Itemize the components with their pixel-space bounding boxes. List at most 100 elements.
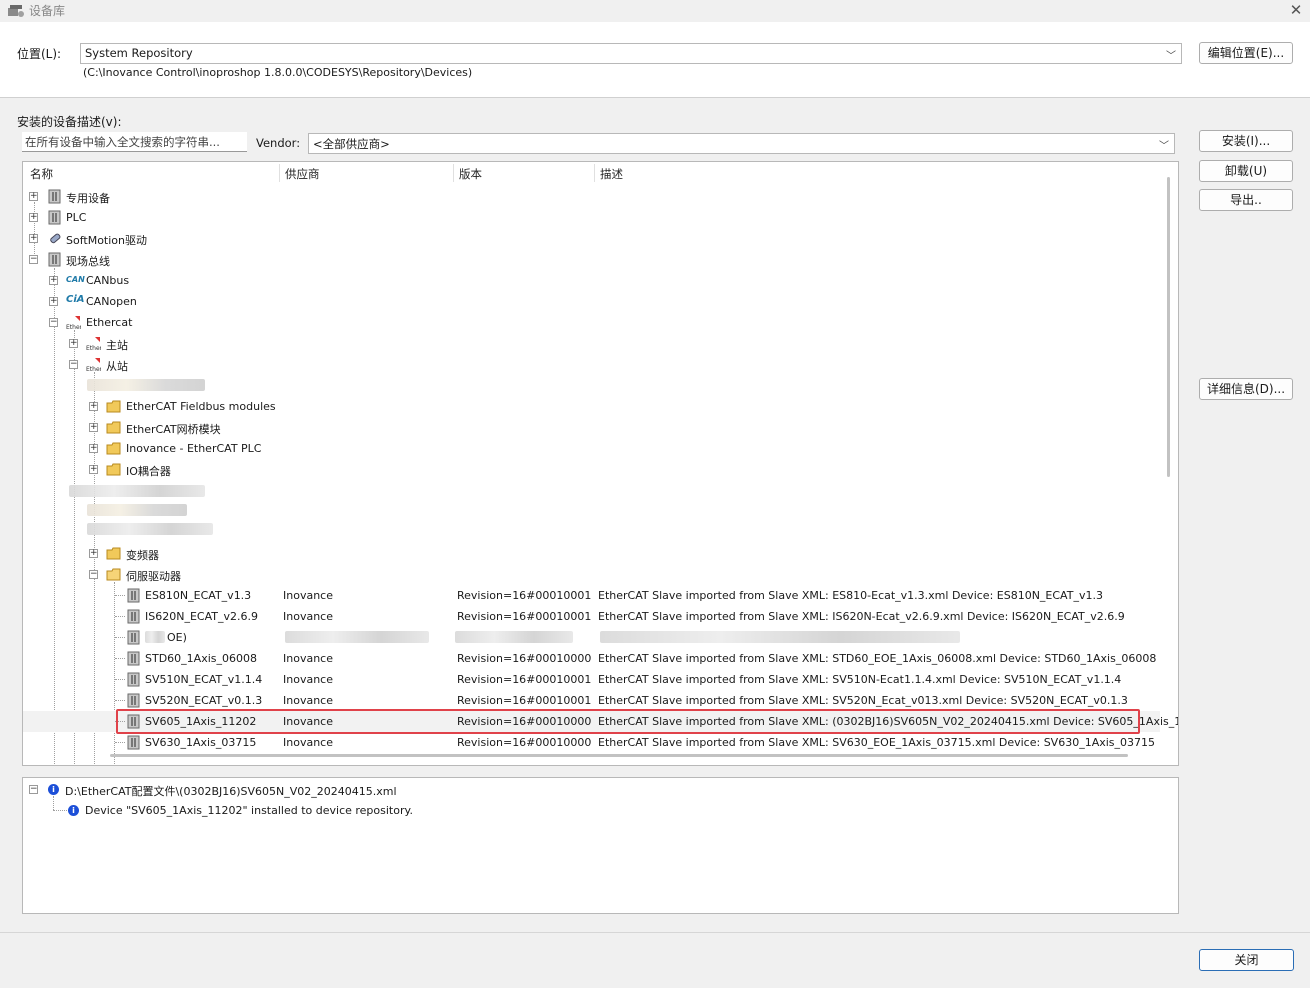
table-row[interactable]: OE) — [23, 627, 1160, 648]
vertical-scrollbar[interactable] — [1167, 177, 1170, 477]
expand-icon[interactable]: + — [89, 444, 98, 453]
tree-item-slave[interactable]: − EtherCAT 从站 — [23, 354, 1160, 375]
expand-icon[interactable]: + — [29, 234, 38, 243]
folder-icon — [106, 442, 121, 455]
edit-location-button[interactable]: 编辑位置(E)... — [1199, 42, 1293, 64]
column-divider[interactable] — [594, 164, 595, 182]
device-version: Revision=16#00010000 — [457, 652, 592, 665]
tree-item-canopen[interactable]: + CiA CANopen — [23, 291, 1160, 312]
search-input[interactable]: 在所有设备中输入全文搜索的字符串... — [22, 132, 247, 152]
export-button[interactable]: 导出.. — [1199, 189, 1293, 211]
tree-item-master[interactable]: + EtherCAT 主站 — [23, 333, 1160, 354]
close-window-icon[interactable]: ✕ — [1284, 0, 1308, 20]
expand-icon[interactable]: + — [89, 402, 98, 411]
title-bar — [0, 0, 1310, 22]
tree-item-label: Inovance - EtherCAT PLC — [126, 442, 262, 455]
expand-icon[interactable]: + — [49, 276, 58, 285]
expand-icon[interactable]: + — [29, 213, 38, 222]
device-version: Revision=16#00010001 — [457, 610, 592, 623]
tree-line — [115, 742, 125, 743]
expand-icon[interactable]: + — [69, 339, 78, 348]
tree-item-canbus[interactable]: + CAN CANbus — [23, 270, 1160, 291]
device-icon — [127, 588, 140, 603]
table-row[interactable]: STD60_1Axis_06008 Inovance Revision=16#0… — [23, 648, 1160, 669]
redacted-item — [87, 379, 205, 391]
device-version: Revision=16#00010001 — [457, 589, 592, 602]
device-icon — [127, 735, 140, 750]
vendor-select[interactable]: <全部供应商> ﹀ — [308, 133, 1175, 154]
can-logo-icon: CAN — [66, 275, 85, 284]
tree-item-softmotion[interactable]: + SoftMotion驱动 — [23, 228, 1160, 249]
svg-text:EtherCAT: EtherCAT — [86, 366, 101, 372]
uninstall-button[interactable]: 卸载(U) — [1199, 160, 1293, 182]
expand-icon[interactable]: + — [29, 192, 38, 201]
table-row[interactable]: SV630_1Axis_03715 Inovance Revision=16#0… — [23, 732, 1160, 753]
svg-text:EtherCAT: EtherCAT — [86, 345, 101, 351]
table-row[interactable]: ES810N_ECAT_v1.3 Inovance Revision=16#00… — [23, 585, 1160, 606]
expand-icon[interactable]: + — [89, 549, 98, 558]
ethercat-logo-icon: EtherCAT — [86, 337, 101, 351]
folder-icon — [106, 421, 121, 434]
tree-item-io-coupler[interactable]: + IO耦合器 — [23, 459, 1160, 480]
chevron-down-icon: ﹀ — [1166, 51, 1176, 62]
table-row[interactable]: IS620N_ECAT_v2.6.9 Inovance Revision=16#… — [23, 606, 1160, 627]
message-file: D:\EtherCAT配置文件\(0302BJ16)SV605N_V02_202… — [65, 785, 397, 798]
tree-item-label: SoftMotion驱动 — [66, 234, 147, 247]
device-version: Revision=16#00010001 — [457, 673, 592, 686]
table-row[interactable]: SV520N_ECAT_v0.1.3 Inovance Revision=16#… — [23, 690, 1160, 711]
folder-icon — [106, 463, 121, 476]
tree-line — [115, 616, 125, 617]
tree-item-servo[interactable]: − 伺服驱动器 — [23, 564, 1160, 585]
device-icon — [48, 189, 61, 204]
device-name: SV630_1Axis_03715 — [145, 736, 257, 749]
device-version: Revision=16#00010001 — [457, 694, 592, 707]
collapse-icon[interactable]: − — [29, 255, 38, 264]
table-row[interactable]: SV510N_ECAT_v1.1.4 Inovance Revision=16#… — [23, 669, 1160, 690]
collapse-icon[interactable]: − — [29, 785, 38, 794]
collapse-icon[interactable]: − — [89, 570, 98, 579]
device-icon — [48, 210, 61, 225]
column-version[interactable]: 版本 — [459, 166, 482, 182]
device-name: ES810N_ECAT_v1.3 — [145, 589, 252, 602]
bottom-bar — [0, 932, 1310, 988]
tree-item-ethercat[interactable]: − EtherCAT Ethercat — [23, 312, 1160, 333]
device-icon — [127, 651, 140, 666]
collapse-icon[interactable]: − — [69, 360, 78, 369]
device-description: EtherCAT Slave imported from Slave XML: … — [598, 652, 1157, 665]
tree-line — [115, 595, 125, 596]
tree-item-fieldbus[interactable]: − 现场总线 — [23, 249, 1160, 270]
tree-item-label: 伺服驱动器 — [126, 570, 181, 583]
tree-item-fieldbus-modules[interactable]: + EtherCAT Fieldbus modules — [23, 396, 1160, 417]
tree-item-special[interactable]: + 专用设备 — [23, 186, 1160, 207]
close-button[interactable]: 关闭 — [1199, 949, 1294, 971]
column-name[interactable]: 名称 — [30, 166, 53, 182]
chevron-down-icon: ﹀ — [1159, 141, 1169, 152]
column-vendor[interactable]: 供应商 — [285, 166, 320, 182]
device-tree[interactable]: 名称 供应商 版本 描述 + 专用设备 + PLC + SoftMotion驱动… — [22, 161, 1179, 766]
column-description[interactable]: 描述 — [600, 166, 623, 182]
softmotion-icon — [50, 233, 61, 244]
cia-logo-icon: CiA — [66, 294, 85, 305]
redacted-item — [455, 631, 573, 643]
location-select[interactable]: System Repository ﹀ — [80, 43, 1182, 64]
device-icon — [127, 630, 140, 645]
device-icon — [127, 609, 140, 624]
tree-item-inverter[interactable]: + 变频器 — [23, 543, 1160, 564]
collapse-icon[interactable]: − — [49, 318, 58, 327]
expand-icon[interactable]: + — [89, 423, 98, 432]
details-button[interactable]: 详细信息(D)... — [1199, 378, 1293, 400]
device-vendor: Inovance — [283, 589, 333, 602]
install-button[interactable]: 安装(I)... — [1199, 130, 1293, 152]
location-value: System Repository — [85, 46, 193, 60]
horizontal-scrollbar[interactable] — [110, 754, 1128, 757]
expand-icon[interactable]: + — [89, 465, 98, 474]
tree-item-inovance-plc[interactable]: + Inovance - EtherCAT PLC — [23, 438, 1160, 459]
tree-item-bridge[interactable]: + EtherCAT网桥模块 — [23, 417, 1160, 438]
column-divider[interactable] — [453, 164, 454, 182]
tree-item-label: EtherCAT Fieldbus modules — [126, 400, 276, 413]
tree-line — [53, 796, 54, 810]
expand-icon[interactable]: + — [49, 297, 58, 306]
column-divider[interactable] — [279, 164, 280, 182]
tree-item-plc[interactable]: + PLC — [23, 207, 1160, 228]
device-library-icon — [8, 5, 24, 17]
